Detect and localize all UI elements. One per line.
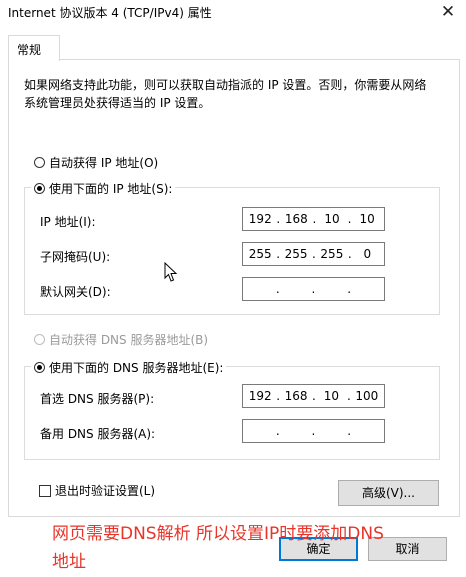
validate-on-exit-label: 退出时验证设置(L) [55, 484, 156, 498]
mask-octet-3: 255 [320, 247, 344, 261]
mask-octet-2: 255 [284, 247, 308, 261]
default-gateway-label: 默认网关(D): [40, 285, 111, 299]
subnet-mask-label: 子网掩码(U): [40, 250, 111, 264]
dns1-octet-2: 168 [284, 389, 308, 403]
validate-on-exit-option[interactable]: 退出时验证设置(L) [39, 482, 155, 499]
ip-address-label: IP 地址(I): [40, 215, 96, 229]
mouse-pointer-icon [164, 262, 178, 282]
tab-general-label: 常规 [17, 43, 42, 57]
ip-octet-4: 10 [359, 212, 375, 226]
ip-octet-2: 168 [284, 212, 308, 226]
dns1-octet-3: 10 [323, 389, 340, 403]
auto-dns-radio [34, 334, 45, 345]
subnet-mask-input[interactable]: 255. 255. 255. 0 [242, 242, 385, 266]
preferred-dns-input[interactable]: 192. 168. 10. 100 [242, 384, 385, 408]
auto-ip-label: 自动获得 IP 地址(O) [49, 156, 159, 170]
annotation-line-2: 地址 [52, 552, 86, 572]
dns1-octet-4: 100 [355, 389, 379, 403]
close-icon[interactable]: ✕ [430, 0, 466, 26]
auto-ip-radio[interactable] [34, 157, 45, 168]
manual-dns-option[interactable]: 使用下面的 DNS 服务器地址(E): [31, 359, 227, 376]
dns-settings-group [24, 366, 440, 460]
description-text: 如果网络支持此功能，则可以获取自动指派的 IP 设置。否则，你需要从网络系统管理… [24, 78, 427, 110]
mask-octet-4: 0 [363, 247, 372, 261]
default-gateway-input[interactable]: . . . [242, 277, 385, 301]
ip-octet-3: 10 [324, 212, 340, 226]
preferred-dns-label: 首选 DNS 服务器(P): [40, 392, 155, 406]
manual-ip-radio[interactable] [34, 183, 45, 194]
auto-dns-label: 自动获得 DNS 服务器地址(B) [49, 333, 209, 347]
manual-ip-option[interactable]: 使用下面的 IP 地址(S): [31, 180, 176, 197]
ip-octet-1: 192 [248, 212, 272, 226]
manual-dns-radio[interactable] [34, 362, 45, 373]
ip-address-input[interactable]: 192. 168. 10. 10 [242, 207, 385, 231]
dns1-octet-1: 192 [248, 389, 272, 403]
annotation-line-1: 网页需要DNS解析 所以设置IP时要添加DNS [52, 524, 384, 544]
manual-ip-label: 使用下面的 IP 地址(S): [49, 182, 173, 196]
alternate-dns-input[interactable]: . . . [242, 419, 385, 443]
manual-dns-label: 使用下面的 DNS 服务器地址(E): [49, 361, 224, 375]
window-title: Internet 协议版本 4 (TCP/IPv4) 属性 [8, 6, 212, 20]
auto-ip-option[interactable]: 自动获得 IP 地址(O) [34, 154, 158, 171]
auto-dns-option: 自动获得 DNS 服务器地址(B) [34, 331, 208, 348]
mask-octet-1: 255 [248, 247, 272, 261]
advanced-button[interactable]: 高级(V)... [338, 480, 439, 506]
alternate-dns-label: 备用 DNS 服务器(A): [40, 427, 156, 441]
tab-general[interactable]: 常规 [8, 35, 60, 61]
validate-on-exit-checkbox[interactable] [39, 484, 51, 497]
tab-strip-divider [8, 59, 460, 60]
